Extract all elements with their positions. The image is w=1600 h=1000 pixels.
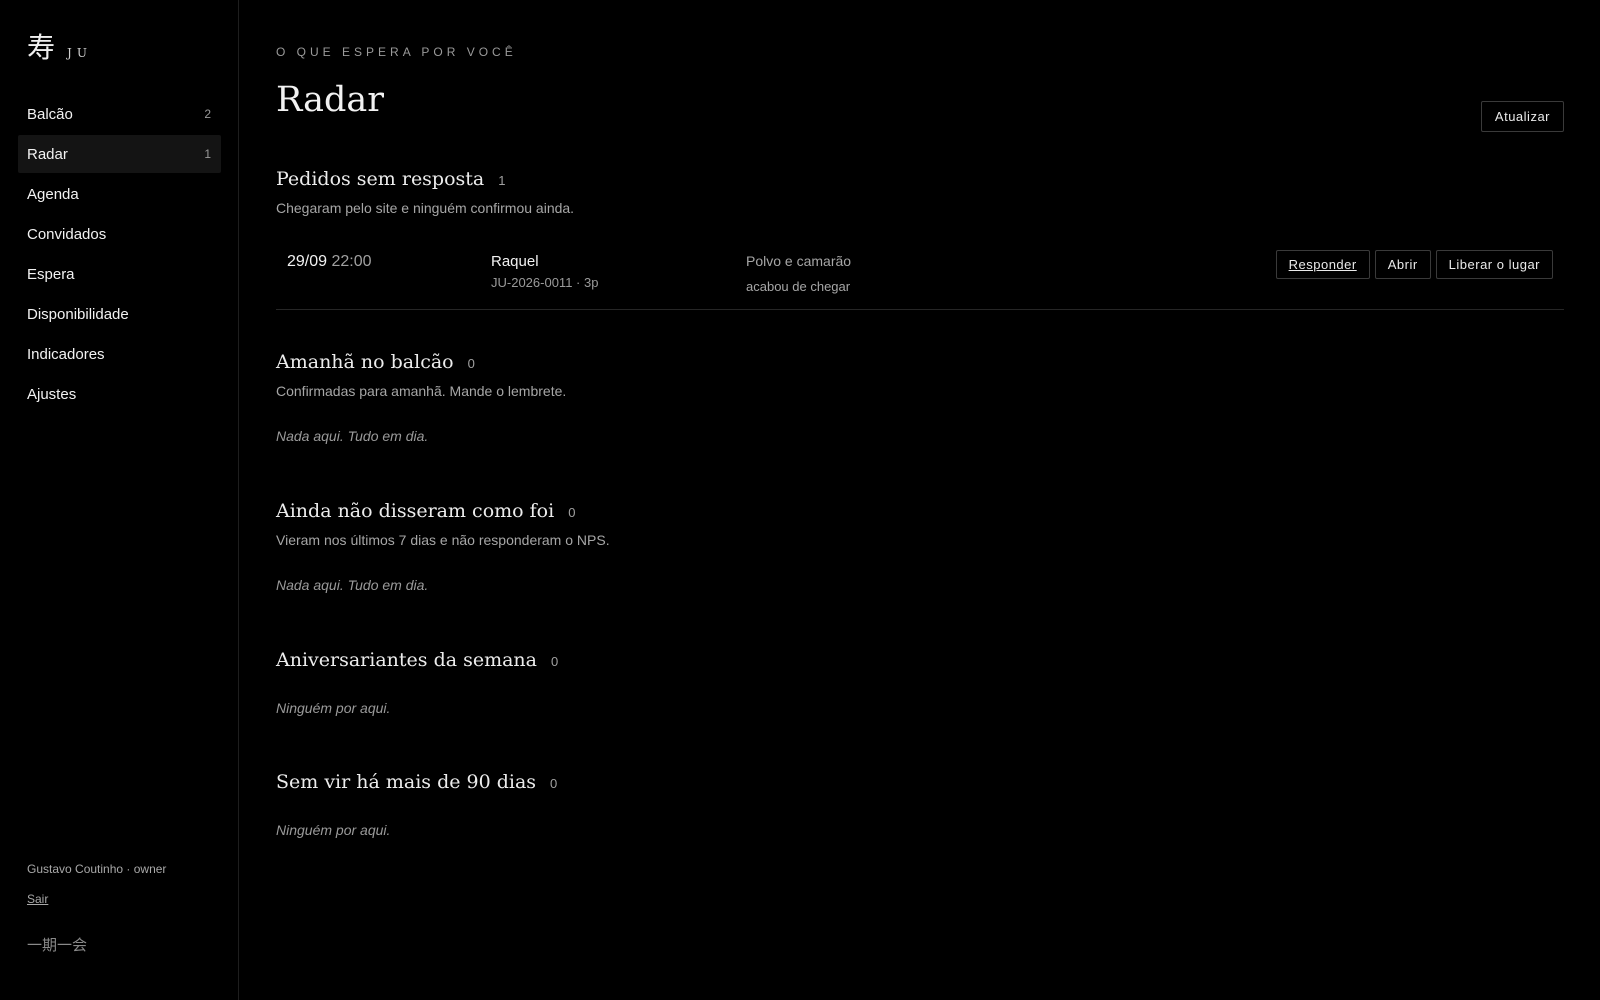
brand-mark: 寿	[27, 31, 56, 64]
brand-logo[interactable]: 寿 JU	[27, 26, 92, 66]
brand-name: JU	[67, 46, 92, 60]
nav-item-label: Balcão	[27, 105, 73, 123]
section-subtitle: Vieram nos últimos 7 dias e não responde…	[276, 532, 610, 548]
section-count: 0	[551, 654, 559, 669]
empty-state: Nada aqui. Tudo em dia.	[276, 577, 429, 593]
nav-item-label: Disponibilidade	[27, 305, 129, 323]
section-title: Amanhã no balcão	[276, 351, 454, 373]
nav-item-label: Espera	[27, 265, 75, 283]
nav-item-disponibilidade[interactable]: Disponibilidade	[18, 295, 221, 333]
section-birthdays: Aniversariantes da semana 0 Ninguém por …	[276, 649, 1564, 716]
reservation-date: 29/09 22:00	[287, 253, 372, 271]
nav-item-ajustes[interactable]: Ajustes	[18, 375, 221, 413]
section-count: 0	[568, 505, 576, 520]
reservation-ref: JU-2026-0011 · 3p	[491, 275, 599, 290]
section-lapsed: Sem vir há mais de 90 dias 0 Ninguém por…	[276, 771, 1564, 838]
reservation-status: acabou de chegar	[746, 279, 851, 294]
page-title: Radar	[276, 80, 385, 120]
guest-name: Raquel	[491, 253, 539, 270]
nav-item-count: 1	[204, 147, 211, 161]
nav-item-convidados[interactable]: Convidados	[18, 215, 221, 253]
release-seat-button[interactable]: Liberar o lugar	[1435, 250, 1553, 279]
reply-button[interactable]: Responder	[1275, 250, 1370, 279]
open-button[interactable]: Abrir	[1374, 250, 1431, 279]
nav-item-indicadores[interactable]: Indicadores	[18, 335, 221, 373]
section-count: 0	[467, 356, 475, 371]
section-tomorrow: Amanhã no balcão 0 Confirmadas para aman…	[276, 351, 1564, 444]
section-title: Ainda não disseram como foi	[276, 500, 555, 522]
table-row[interactable]: 29/09 22:00 Raquel JU-2026-0011 · 3p Pol…	[276, 238, 1564, 310]
logout-link[interactable]: Sair	[27, 892, 48, 906]
nav-item-agenda[interactable]: Agenda	[18, 175, 221, 213]
reservation-time: 22:00	[331, 253, 372, 270]
nav-item-label: Agenda	[27, 185, 79, 203]
nav-item-label: Ajustes	[27, 385, 77, 403]
refresh-button[interactable]: Atualizar	[1480, 101, 1564, 132]
empty-state: Nada aqui. Tudo em dia.	[276, 428, 429, 444]
nav-item-label: Radar	[27, 145, 68, 163]
section-count: 1	[498, 173, 506, 188]
section-title: Aniversariantes da semana	[276, 649, 537, 671]
page-eyebrow: O QUE ESPERA POR VOCÊ	[276, 45, 517, 59]
section-nps: Ainda não disseram como foi 0 Vieram nos…	[276, 500, 1564, 593]
empty-state: Ninguém por aqui.	[276, 700, 391, 716]
reservation-day: 29/09	[287, 253, 328, 270]
nav-item-label: Indicadores	[27, 345, 105, 363]
section-title: Pedidos sem resposta	[276, 168, 485, 190]
user-info: Gustavo Coutinho · owner	[27, 862, 167, 876]
section-subtitle: Confirmadas para amanhã. Mande o lembret…	[276, 383, 567, 399]
nav-item-count: 2	[204, 107, 211, 121]
nav-item-label: Convidados	[27, 225, 107, 243]
nav-item-radar[interactable]: Radar 1	[18, 135, 221, 173]
reservation-note: Polvo e camarão	[746, 253, 852, 269]
section-count: 0	[550, 776, 558, 791]
empty-state: Ninguém por aqui.	[276, 822, 391, 838]
motto: 一期一会	[27, 936, 88, 954]
section-title: Sem vir há mais de 90 dias	[276, 771, 537, 793]
sidebar: 寿 JU Balcão 2 Radar 1 Agenda Convidados …	[0, 0, 239, 1000]
main-nav: Balcão 2 Radar 1 Agenda Convidados Esper…	[18, 95, 221, 415]
main-content: O QUE ESPERA POR VOCÊ Radar Atualizar Pe…	[276, 0, 1564, 1000]
row-actions: Responder Abrir Liberar o lugar	[1275, 250, 1553, 279]
nav-item-balcao[interactable]: Balcão 2	[18, 95, 221, 133]
nav-item-espera[interactable]: Espera	[18, 255, 221, 293]
section-pending: Pedidos sem resposta 1 Chegaram pelo sit…	[276, 168, 1564, 216]
section-subtitle: Chegaram pelo site e ninguém confirmou a…	[276, 200, 575, 216]
